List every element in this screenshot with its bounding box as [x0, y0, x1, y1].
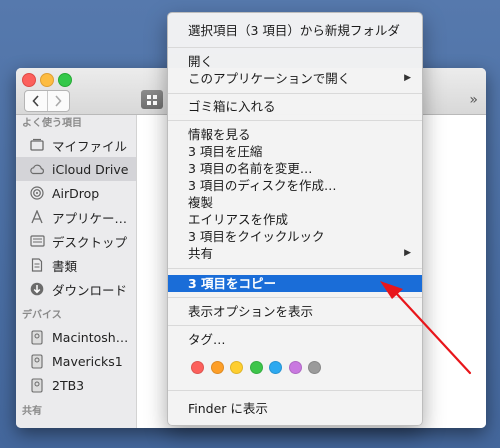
menu-item-quick-look[interactable]: 3 項目をクイックルック [168, 228, 422, 245]
sidebar-item-label: マイファイル [52, 138, 128, 154]
zoom-window-button[interactable] [58, 73, 72, 87]
menu-item-open[interactable]: 開く [168, 53, 422, 70]
chevron-left-icon [32, 95, 39, 107]
forward-button[interactable] [46, 91, 70, 111]
menu-item-make-alias[interactable]: エイリアスを作成 [168, 211, 422, 228]
icloud-icon [29, 161, 45, 177]
menu-item-label: ゴミ箱に入れる [188, 99, 276, 114]
sidebar: よく使う項目 マイファイル iCloud Drive AirDrop アプリケー… [16, 115, 137, 428]
tag-purple-dot[interactable] [288, 361, 302, 374]
sidebar-item-documents[interactable]: 書類 [16, 253, 136, 277]
sidebar-item-desktop[interactable]: デスクトップ [16, 229, 136, 253]
menu-separator [168, 93, 422, 94]
sidebar-section-devices: デバイス [22, 310, 62, 321]
menu-item-label: 3 項目の名前を変更… [188, 161, 313, 176]
sidebar-item-label: Macintosh… [52, 329, 129, 345]
menu-item-label: 3 項目をコピー [188, 276, 277, 291]
sidebar-item-label: 2TB3 [52, 377, 85, 393]
sidebar-item-applications[interactable]: アプリケー… [16, 205, 136, 229]
sidebar-section-favorites: よく使う項目 [22, 118, 82, 129]
airdrop-icon [29, 185, 45, 201]
menu-item-share[interactable]: 共有 ▶ [168, 245, 422, 262]
context-menu: 選択項目（3 項目）から新規フォルダ 開く このアプリケーションで開く ▶ ゴミ… [167, 12, 423, 426]
all-my-files-icon [29, 137, 45, 153]
menu-item-burn-to-disc[interactable]: 3 項目のディスクを作成… [168, 177, 422, 194]
menu-separator [168, 325, 422, 326]
hard-drive-icon [29, 377, 45, 393]
menu-separator [168, 47, 422, 48]
documents-icon [29, 257, 45, 273]
menu-item-get-info[interactable]: 情報を見る [168, 126, 422, 143]
tag-blue-dot[interactable] [269, 361, 282, 374]
back-forward-control [24, 90, 70, 112]
sidebar-item-2tb3[interactable]: 2TB3 [16, 373, 136, 397]
sidebar-item-icloud-drive[interactable]: iCloud Drive [16, 157, 136, 181]
menu-separator [168, 120, 422, 121]
tag-orange-dot[interactable] [210, 361, 224, 374]
menu-item-move-to-trash[interactable]: ゴミ箱に入れる [168, 98, 422, 115]
sidebar-item-label: アプリケー… [52, 210, 128, 226]
sidebar-section-shared: 共有 [22, 406, 42, 417]
sidebar-item-label: iCloud Drive [52, 161, 129, 177]
tag-color-row [191, 361, 321, 374]
menu-item-new-folder-with-selection[interactable]: 選択項目（3 項目）から新規フォルダ [168, 22, 422, 39]
tag-green-dot[interactable] [249, 361, 263, 374]
sidebar-item-macintosh-hd[interactable]: Macintosh… [16, 325, 136, 349]
hard-drive-icon [29, 329, 45, 345]
back-button[interactable] [25, 91, 47, 111]
menu-item-label: 情報を見る [188, 127, 251, 142]
menu-item-label: 複製 [188, 195, 214, 210]
sidebar-item-label: ダウンロード [52, 282, 128, 298]
menu-item-label: 3 項目をクイックルック [188, 229, 325, 244]
submenu-arrow-icon: ▶ [404, 248, 411, 258]
minimize-window-button[interactable] [40, 73, 54, 87]
submenu-arrow-icon: ▶ [404, 73, 411, 83]
desktop-icon [29, 233, 45, 249]
applications-icon [29, 209, 45, 225]
menu-item-label: タグ… [188, 332, 226, 347]
menu-separator [168, 390, 422, 391]
hard-drive-icon [29, 353, 45, 369]
menu-item-label: 選択項目（3 項目）から新規フォルダ [188, 23, 400, 38]
menu-item-label: 開く [188, 54, 214, 69]
sidebar-item-all-my-files[interactable]: マイファイル [16, 133, 136, 157]
sidebar-item-downloads[interactable]: ダウンロード [16, 277, 136, 301]
menu-item-label: 3 項目を圧縮 [188, 144, 263, 159]
menu-item-compress[interactable]: 3 項目を圧縮 [168, 143, 422, 160]
menu-item-rename[interactable]: 3 項目の名前を変更… [168, 160, 422, 177]
menu-item-show-in-finder[interactable]: Finder に表示 [168, 400, 422, 417]
menu-item-label: Finder に表示 [188, 401, 268, 416]
sidebar-item-label: 書類 [52, 258, 78, 274]
tag-yellow-dot[interactable] [230, 361, 243, 374]
menu-item-label: エイリアスを作成 [188, 212, 289, 227]
sidebar-item-label: Mavericks1 [52, 353, 123, 369]
menu-separator [168, 268, 422, 269]
menu-item-label: 3 項目のディスクを作成… [188, 178, 337, 193]
menu-item-label: このアプリケーションで開く [188, 71, 351, 86]
menu-item-label: 共有 [188, 246, 214, 261]
icon-view-button[interactable] [141, 90, 163, 109]
chevron-right-icon [55, 95, 62, 107]
toolbar-overflow-button[interactable]: » [469, 92, 478, 108]
downloads-icon [29, 281, 45, 297]
menu-item-duplicate[interactable]: 複製 [168, 194, 422, 211]
sidebar-item-label: デスクトップ [52, 234, 128, 250]
menu-item-show-view-options[interactable]: 表示オプションを表示 [168, 303, 422, 320]
menu-item-label: 表示オプションを表示 [188, 304, 314, 319]
sidebar-item-label: AirDrop [52, 185, 100, 201]
menu-separator [168, 297, 422, 298]
grid-icon [147, 94, 157, 105]
sidebar-item-airdrop[interactable]: AirDrop [16, 181, 136, 205]
menu-item-tags[interactable]: タグ… [168, 331, 422, 348]
tag-red-dot[interactable] [191, 361, 204, 374]
menu-item-copy[interactable]: 3 項目をコピー [168, 275, 422, 292]
menu-item-open-with[interactable]: このアプリケーションで開く ▶ [168, 70, 422, 87]
sidebar-item-mavericks1[interactable]: Mavericks1 [16, 349, 136, 373]
tag-gray-dot[interactable] [308, 361, 321, 374]
close-window-button[interactable] [22, 73, 36, 87]
